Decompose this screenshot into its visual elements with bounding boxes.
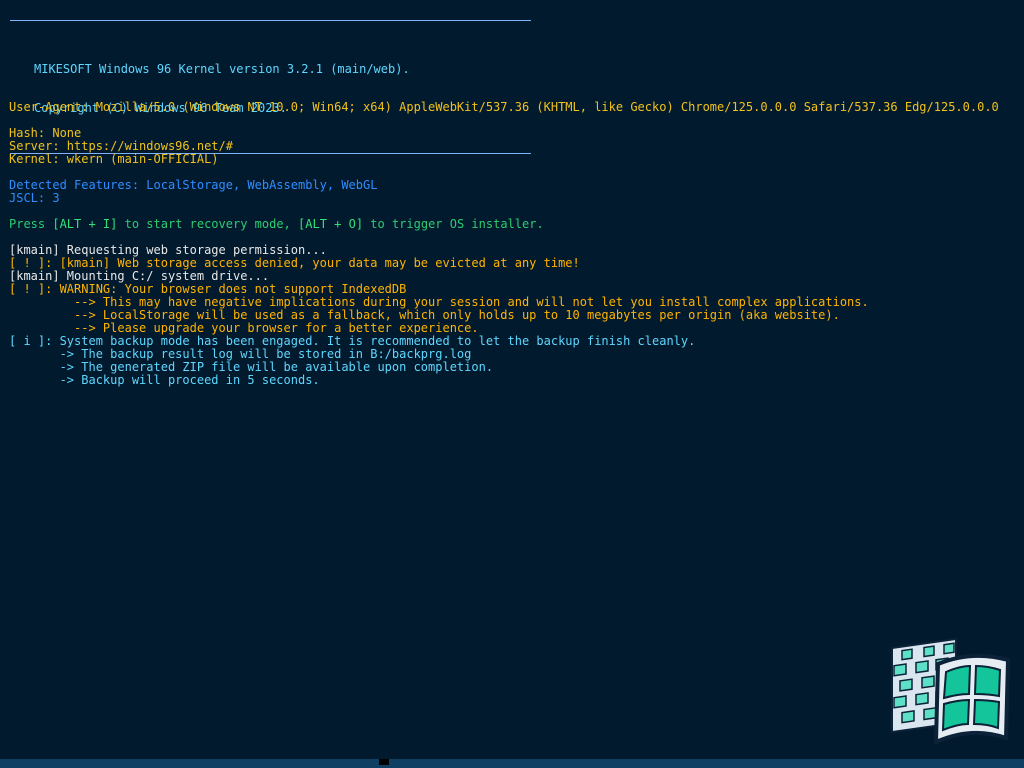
log-info-detail: -> Backup will proceed in 5 seconds. [9,373,320,387]
user-agent-line: User-Agent: Mozilla/5.0 (Windows NT 10.0… [9,100,999,114]
jscl-line: JSCL: 3 [9,191,60,205]
cursor-marker [379,759,389,765]
recovery-prefix: Press [9,217,53,231]
recovery-mid: to start recovery mode, [117,217,299,231]
kernel-line: Kernel: wkern (main-OFFICIAL) [9,152,219,166]
boot-log: User-Agent: Mozilla/5.0 (Windows NT 10.0… [9,101,1017,387]
banner-title: MIKESOFT Windows 96 Kernel version 3.2.1… [34,62,410,76]
bottom-bar [0,759,1024,768]
windows96-logo-icon [891,638,1011,746]
recovery-key: [ALT + I] [52,217,118,231]
recovery-hint-line: Press [ALT + I] to start recovery mode, … [9,218,1017,231]
recovery-suffix: to trigger OS installer. [363,217,544,231]
detected-features-line: Detected Features: LocalStorage, WebAsse… [9,178,378,192]
installer-key: [ALT + O] [298,217,364,231]
boot-console: MIKESOFT Windows 96 Kernel version 3.2.1… [0,0,1024,768]
